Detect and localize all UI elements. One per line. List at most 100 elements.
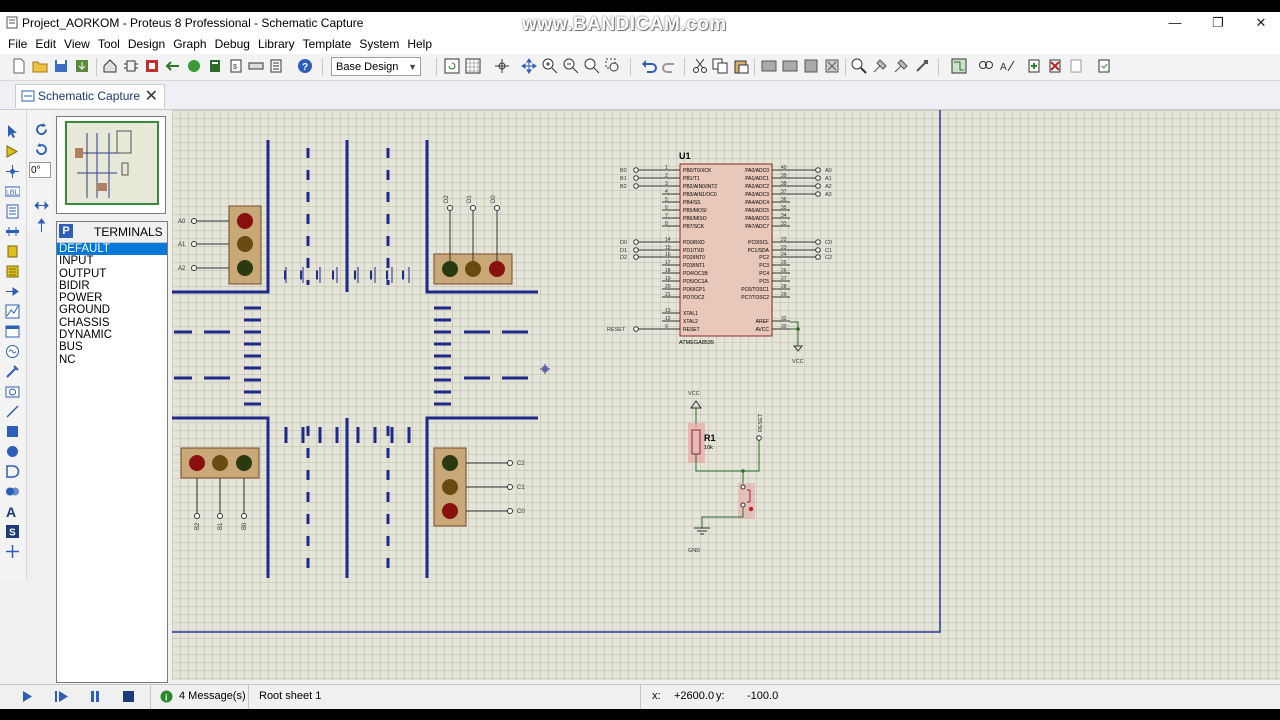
menu-tool[interactable]: Tool: [94, 34, 124, 51]
rotation-angle-input[interactable]: 0°: [29, 162, 51, 178]
notes-icon[interactable]: [268, 58, 284, 74]
generator-icon[interactable]: [5, 344, 20, 359]
terminal-item-nc[interactable]: NC: [57, 354, 167, 366]
line-tool-icon[interactable]: [5, 404, 20, 419]
origin-icon[interactable]: [494, 58, 510, 74]
grid-toggle-icon[interactable]: [465, 58, 481, 74]
pan-icon[interactable]: [521, 58, 537, 74]
save-icon[interactable]: [53, 58, 69, 74]
block-delete-icon[interactable]: [824, 58, 840, 74]
pcb-layout-icon[interactable]: [144, 58, 160, 74]
circle-tool-icon[interactable]: [5, 444, 20, 459]
reset-circuit[interactable]: VCC R1 10k RESET GND: [688, 391, 764, 554]
home-icon[interactable]: [102, 58, 118, 74]
cut-icon[interactable]: [692, 58, 708, 74]
tape-recorder-icon[interactable]: [5, 324, 20, 339]
decompose-icon[interactable]: [914, 58, 930, 74]
bus-icon[interactable]: [5, 224, 20, 239]
close-window-button[interactable]: ✕: [1246, 14, 1276, 32]
terminal-item-default[interactable]: DEFAULT: [57, 243, 167, 256]
open-folder-icon[interactable]: [32, 58, 48, 74]
device-pins-icon[interactable]: [5, 284, 20, 299]
symbol-tool-icon[interactable]: S: [5, 524, 20, 539]
flip-horizontal-icon[interactable]: [34, 198, 49, 213]
message-count[interactable]: 4 Message(s): [179, 690, 246, 702]
design-explorer-icon[interactable]: $: [228, 58, 244, 74]
terminals-mode-icon[interactable]: [5, 264, 20, 279]
restore-button[interactable]: ❐: [1203, 14, 1233, 32]
terminal-item-dynamic[interactable]: DYNAMIC: [57, 329, 167, 341]
new-file-icon[interactable]: [11, 58, 27, 74]
traffic-light-east[interactable]: C2 C1 C0: [433, 447, 525, 527]
netlist-icon[interactable]: [248, 58, 264, 74]
arc-tool-icon[interactable]: [5, 464, 20, 479]
gerber-icon[interactable]: [165, 58, 181, 74]
selection-mode-icon[interactable]: [5, 124, 20, 139]
wire-label-icon[interactable]: LBL: [5, 184, 20, 199]
pick-devices-button[interactable]: P: [59, 224, 73, 238]
menu-view[interactable]: View: [60, 34, 94, 51]
terminal-item-bus[interactable]: BUS: [57, 341, 167, 353]
overview-window[interactable]: [56, 116, 166, 214]
redo-icon[interactable]: [662, 58, 678, 74]
junction-dot-icon[interactable]: [5, 164, 20, 179]
path-tool-icon[interactable]: [5, 484, 20, 499]
atmega8535-mcu[interactable]: U1 ATMEGA8535 1 PB0/T0/XCK 2 PB1/T1 3 PB2/AIN…: [662, 151, 790, 346]
menu-system[interactable]: System: [355, 34, 403, 51]
schematic-icon[interactable]: [123, 58, 139, 74]
zoom-area-icon[interactable]: [605, 58, 621, 74]
terminal-item-chassis[interactable]: CHASSIS: [57, 317, 167, 329]
design-notes-icon[interactable]: [1096, 58, 1112, 74]
virtual-instruments-icon[interactable]: [5, 384, 20, 399]
terminal-item-output[interactable]: OUTPUT: [57, 268, 167, 280]
design-variant-select[interactable]: Base Design ▼: [331, 57, 421, 76]
menu-help[interactable]: Help: [403, 34, 436, 51]
block-rotate-icon[interactable]: [803, 58, 819, 74]
wire-autorouter-icon[interactable]: [951, 58, 967, 74]
close-tab-icon[interactable]: ✕: [145, 86, 158, 106]
refresh-icon[interactable]: [444, 58, 460, 74]
rotate-clockwise-icon[interactable]: [34, 122, 49, 137]
component-mode-icon[interactable]: [5, 144, 20, 159]
play-simulation-icon[interactable]: [21, 690, 33, 703]
text-script-icon[interactable]: [5, 204, 20, 219]
paste-icon[interactable]: [733, 58, 749, 74]
zoom-in-icon[interactable]: [542, 58, 558, 74]
step-simulation-icon[interactable]: [55, 690, 69, 703]
copy-icon[interactable]: [712, 58, 728, 74]
property-tool-icon[interactable]: A: [999, 58, 1015, 74]
flip-vertical-icon[interactable]: [34, 218, 49, 233]
traffic-light-southwest[interactable]: B2 B1 B0: [180, 447, 260, 530]
new-sheet-icon[interactable]: [1026, 58, 1042, 74]
stop-simulation-icon[interactable]: [122, 690, 135, 703]
voltage-probe-icon[interactable]: [5, 364, 20, 379]
search-icon[interactable]: [978, 58, 994, 74]
rotate-anticlockwise-icon[interactable]: [34, 142, 49, 157]
minimize-button[interactable]: —: [1160, 14, 1190, 32]
tab-schematic-capture[interactable]: Schematic Capture ✕: [15, 84, 165, 108]
exit-to-parent-icon[interactable]: [1068, 58, 1084, 74]
help-icon[interactable]: ?: [297, 58, 313, 74]
undo-icon[interactable]: [641, 58, 657, 74]
traffic-light-north[interactable]: D2 D1 D0: [433, 195, 513, 285]
menu-file[interactable]: File: [4, 34, 31, 51]
3d-viewer-icon[interactable]: [186, 58, 202, 74]
menu-design[interactable]: Design: [124, 34, 169, 51]
menu-debug[interactable]: Debug: [211, 34, 254, 51]
zoom-out-icon[interactable]: [563, 58, 579, 74]
overview-viewport[interactable]: [65, 121, 159, 205]
make-device-icon[interactable]: [872, 58, 888, 74]
bom-icon[interactable]: [207, 58, 223, 74]
info-icon[interactable]: i: [160, 690, 173, 703]
terminal-item-power[interactable]: POWER: [57, 292, 167, 304]
marker-tool-icon[interactable]: [5, 544, 20, 559]
box-tool-icon[interactable]: [5, 424, 20, 439]
menu-template[interactable]: Template: [299, 34, 356, 51]
pick-device-icon[interactable]: [851, 58, 867, 74]
graph-mode-icon[interactable]: [5, 304, 20, 319]
text-tool-icon[interactable]: A: [5, 504, 20, 519]
remove-sheet-icon[interactable]: [1047, 58, 1063, 74]
block-copy-icon[interactable]: [761, 58, 777, 74]
menu-graph[interactable]: Graph: [169, 34, 210, 51]
zoom-all-icon[interactable]: [584, 58, 600, 74]
